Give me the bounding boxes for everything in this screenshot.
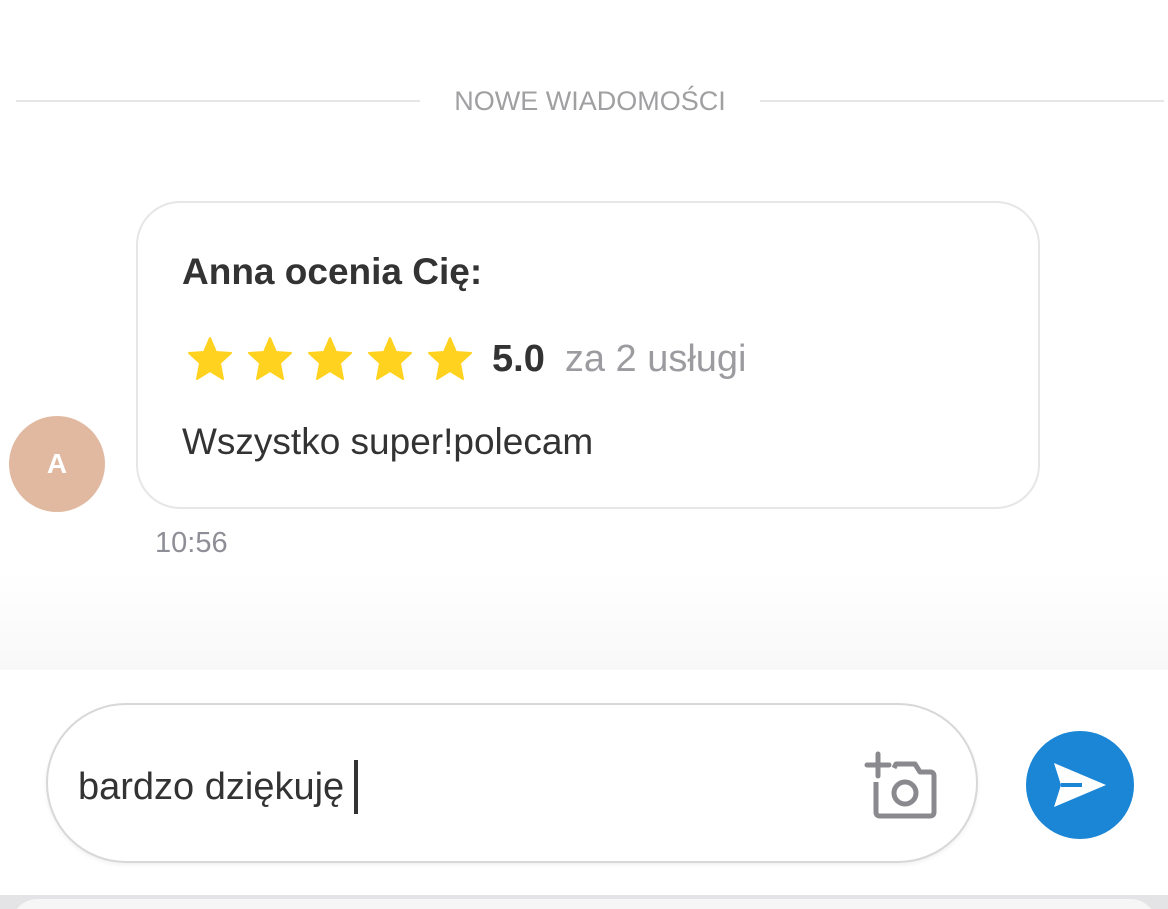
- send-button[interactable]: [1026, 731, 1134, 839]
- list-bottom-fade: [0, 570, 1168, 670]
- rating-message-title: Anna ocenia Cię:: [182, 251, 483, 292]
- send-arrow-icon: [1054, 763, 1106, 807]
- star-icon: [188, 337, 232, 380]
- star-icon: [248, 337, 292, 380]
- divider-line-right: [759, 100, 1164, 102]
- message-input-value: bardzo dziękuję: [78, 765, 345, 808]
- rating-value: 5.0: [492, 337, 545, 380]
- star-icon: [368, 337, 412, 380]
- keyboard-top: [10, 899, 1158, 909]
- rating-note: za 2 usługi: [564, 337, 747, 380]
- message-timestamp: 10:56: [155, 527, 228, 559]
- rating-message-bubble: Anna ocenia Cię: 5.0 za 2 usługi Wszystk…: [136, 201, 1040, 509]
- message-text: Wszystko super!polecam: [182, 421, 594, 462]
- message-input[interactable]: bardzo dziękuję: [78, 760, 359, 814]
- composer-bar: bardzo dziękuję: [0, 670, 1168, 909]
- text-caret: [354, 760, 359, 814]
- new-messages-divider: NOWE WIADOMOŚCI: [16, 86, 1164, 116]
- star-rating: [186, 335, 486, 383]
- new-messages-label: NOWE WIADOMOŚCI: [454, 85, 726, 116]
- chat-screen: NOWE WIADOMOŚCI A Anna ocenia Cię: 5.0 z…: [0, 0, 1168, 909]
- rating-row: 5.0 za 2 usługi: [186, 331, 747, 387]
- avatar-initial: A: [46, 448, 68, 479]
- message-input-field[interactable]: bardzo dziękuję: [46, 703, 978, 863]
- keyboard-edge: [0, 895, 1168, 909]
- divider-line-left: [16, 100, 421, 102]
- star-icon: [308, 337, 352, 380]
- star-icon: [428, 337, 472, 380]
- add-photo-camera-icon[interactable]: [864, 750, 938, 820]
- avatar[interactable]: A: [9, 416, 105, 512]
